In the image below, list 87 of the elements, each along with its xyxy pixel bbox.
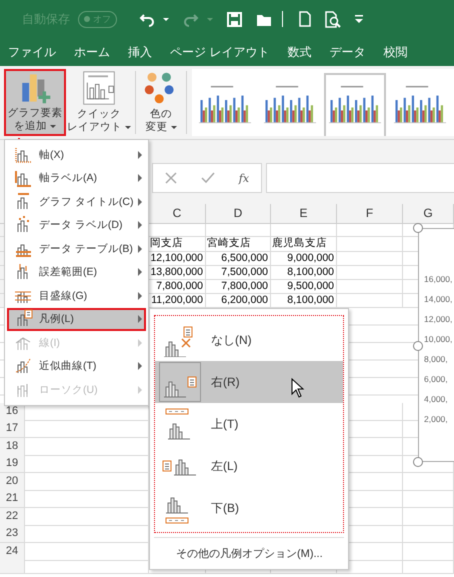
customize-icon[interactable] xyxy=(355,14,363,24)
menu-item[interactable]: 右(R) xyxy=(155,361,343,403)
row-number[interactable]: 17 xyxy=(0,420,25,438)
menu-item[interactable]: 近似曲線(T) xyxy=(7,354,146,378)
save-icon[interactable] xyxy=(227,12,242,26)
row-number[interactable]: 22 xyxy=(0,508,25,526)
table-cell: 9,500,000 xyxy=(271,280,337,294)
table-cell: 6,500,000 xyxy=(206,252,271,266)
submenu-arrow-icon xyxy=(138,268,142,276)
resize-handle[interactable] xyxy=(413,223,423,233)
axis-label: 14,000, xyxy=(424,293,454,305)
menu-item[interactable]: 軸ラベル(A) xyxy=(7,166,146,190)
axis-label: 2,000, xyxy=(424,413,449,425)
axis-label: 12,000, xyxy=(424,313,454,325)
ribbon-tab[interactable]: ホーム xyxy=(74,44,110,60)
ribbon-tab[interactable]: データ xyxy=(329,44,366,60)
column-header[interactable]: G xyxy=(403,204,454,224)
autosave-label: 自動保存 xyxy=(22,10,70,28)
menu-item[interactable]: 上(T) xyxy=(155,403,343,445)
ribbon-tab[interactable]: 挿入 xyxy=(128,44,152,60)
table-cell xyxy=(403,542,454,560)
submenu-arrow-icon xyxy=(138,150,142,159)
row-number[interactable]: 18 xyxy=(0,438,25,456)
submenu-arrow-icon xyxy=(138,174,142,182)
row-number[interactable]: 20 xyxy=(0,472,25,490)
chart-area[interactable]: 16,000, 14,000, 12,000, 10,000, 8,000, 6,000, 4,000, 2,000, xyxy=(418,228,454,462)
submenu-arrow-icon xyxy=(138,244,142,253)
menu-item[interactable]: データ テーブル(B) xyxy=(7,237,146,260)
menu-item[interactable]: 左(L) xyxy=(155,445,343,487)
column-header[interactable]: F xyxy=(337,204,403,224)
chart-element-icon xyxy=(13,168,33,188)
chart-style-thumbnail[interactable] xyxy=(324,73,386,136)
table-cell: 宮崎支店 xyxy=(206,237,271,252)
table-cell xyxy=(403,490,454,508)
submenu-arrow-icon xyxy=(138,292,142,300)
menu-item[interactable]: グラフ タイトル(C) xyxy=(7,190,146,214)
table-cell xyxy=(403,472,454,490)
resize-handle[interactable] xyxy=(413,457,423,467)
submenu-arrow-icon xyxy=(138,315,142,324)
row-number[interactable]: 23 xyxy=(0,525,25,543)
row-number[interactable]: 19 xyxy=(0,455,25,473)
ribbon-tab[interactable]: ファイル xyxy=(8,44,56,60)
submenu-arrow-icon xyxy=(138,362,142,370)
submenu-arrow-icon xyxy=(138,386,142,394)
table-cell: 7,800,000 xyxy=(206,280,271,294)
column-header[interactable]: D xyxy=(206,204,271,224)
ribbon-tab[interactable]: 数式 xyxy=(287,44,312,60)
submenu-arrow-icon xyxy=(138,198,142,206)
ribbon-tab[interactable]: ページ レイアウト xyxy=(170,44,270,60)
menu-item[interactable]: その他の凡例オプション(M)... xyxy=(154,537,344,565)
print-preview-icon[interactable] xyxy=(325,10,341,28)
axis-label: 4,000, xyxy=(424,393,449,405)
table-cell xyxy=(403,560,454,574)
menu-item[interactable]: なし(N) xyxy=(155,319,343,361)
check-icon[interactable] xyxy=(200,172,215,184)
axis-label: 10,000, xyxy=(424,333,454,345)
submenu-arrow-icon xyxy=(138,221,142,230)
ribbon-button[interactable]: 色の 変更 xyxy=(139,69,183,136)
ribbon-button[interactable]: クイック レイアウト xyxy=(66,69,132,136)
ribbon-button[interactable]: グラフ要素 を追加 xyxy=(4,69,66,136)
menu-item[interactable]: 軸(X) xyxy=(7,143,146,166)
table-cell xyxy=(337,224,403,237)
axis-label: 16,000, xyxy=(424,273,454,285)
row-number[interactable]: 24 xyxy=(0,542,25,560)
table-cell xyxy=(403,525,454,543)
axis-label: 6,000, xyxy=(424,373,449,385)
table-cell xyxy=(206,224,271,237)
table-cell: 9,000,000 xyxy=(271,252,337,266)
menu-item[interactable]: 下(B) xyxy=(155,487,343,529)
table-cell: 8,100,000 xyxy=(271,266,337,280)
menu-item[interactable]: データ ラベル(D) xyxy=(7,214,146,237)
axis-label: 8,000, xyxy=(424,353,449,365)
mouse-pointer-icon xyxy=(291,378,305,398)
formula-input[interactable] xyxy=(266,163,454,193)
table-cell xyxy=(403,508,454,526)
table-cell: 鹿児島支店 xyxy=(271,237,337,252)
table-cell: 7,500,000 xyxy=(206,266,271,280)
submenu-arrow-icon xyxy=(138,338,142,347)
document-icon[interactable] xyxy=(299,11,311,27)
row-number[interactable]: 21 xyxy=(0,490,25,508)
column-header[interactable]: E xyxy=(271,204,337,224)
table-cell xyxy=(271,224,337,237)
insert-function-button[interactable]: fx xyxy=(238,172,250,184)
ribbon-tab[interactable]: 校閲 xyxy=(383,44,408,60)
menu-item[interactable]: 目盛線(G) xyxy=(7,284,146,308)
menu-item[interactable]: 誤差範囲(E) xyxy=(7,260,146,284)
menu-item[interactable]: 凡例(L) xyxy=(7,308,146,331)
